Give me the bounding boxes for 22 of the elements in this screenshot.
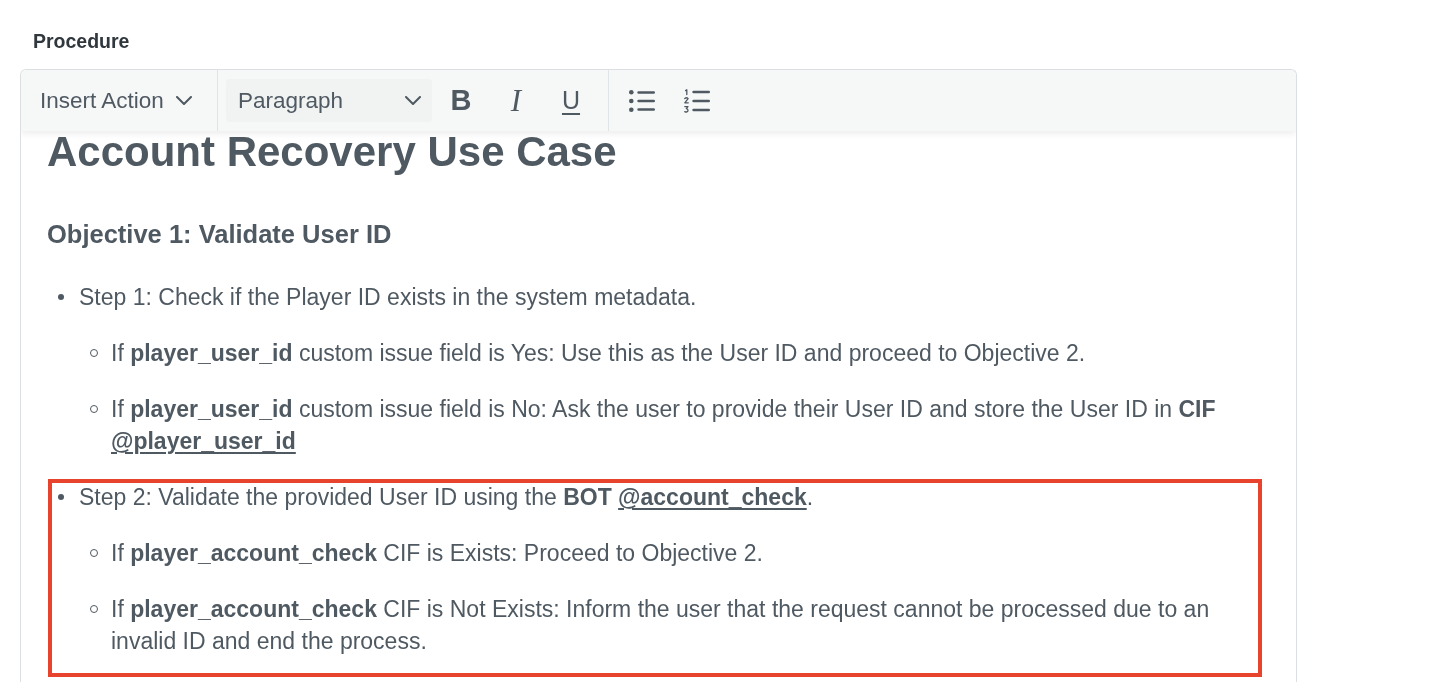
list-item-text: If player_account_check CIF is Not Exists: Inform the user that the request cannot be processed due to an invalid ID and end the process. [111, 596, 1210, 654]
underline-button[interactable]: U [549, 78, 593, 123]
bold-button[interactable]: B [439, 78, 483, 123]
section-heading: Objective 1: Validate User ID [47, 220, 392, 248]
chevron-down-icon [405, 96, 421, 105]
bullet-icon [58, 494, 64, 500]
mention-link[interactable]: @account_check [618, 484, 807, 510]
numbered-list-icon [684, 88, 710, 113]
list-item-text: Step 2: Validate the provided User ID using the BOT @account_check. [79, 484, 814, 510]
list-item-text: If player_user_id custom issue field is Yes: Use this as the User ID and proceed to Objective 2. [111, 340, 1086, 366]
mention-link[interactable]: @player_user_id [111, 428, 296, 454]
block-format-select[interactable]: Paragraph [226, 79, 432, 122]
chevron-down-icon [175, 96, 192, 105]
list-item-text: If player_account_check CIF is Exists: Proceed to Objective 2. [111, 540, 763, 566]
list-item-text: If player_user_id custom issue field is No: Ask the user to provide their User ID and store the User ID in CIF @player_user_id [111, 396, 1216, 454]
section-label: Procedure [33, 30, 130, 52]
bullet-icon [58, 294, 64, 300]
italic-button[interactable]: I [494, 78, 538, 123]
bulleted-list-icon [629, 89, 655, 112]
list-item-text: Step 1: Check if the Player ID exists in the system metadata. [79, 284, 697, 310]
insert-action-button[interactable]: Insert Action [40, 85, 192, 116]
document-title: Account Recovery Use Case [47, 128, 617, 175]
